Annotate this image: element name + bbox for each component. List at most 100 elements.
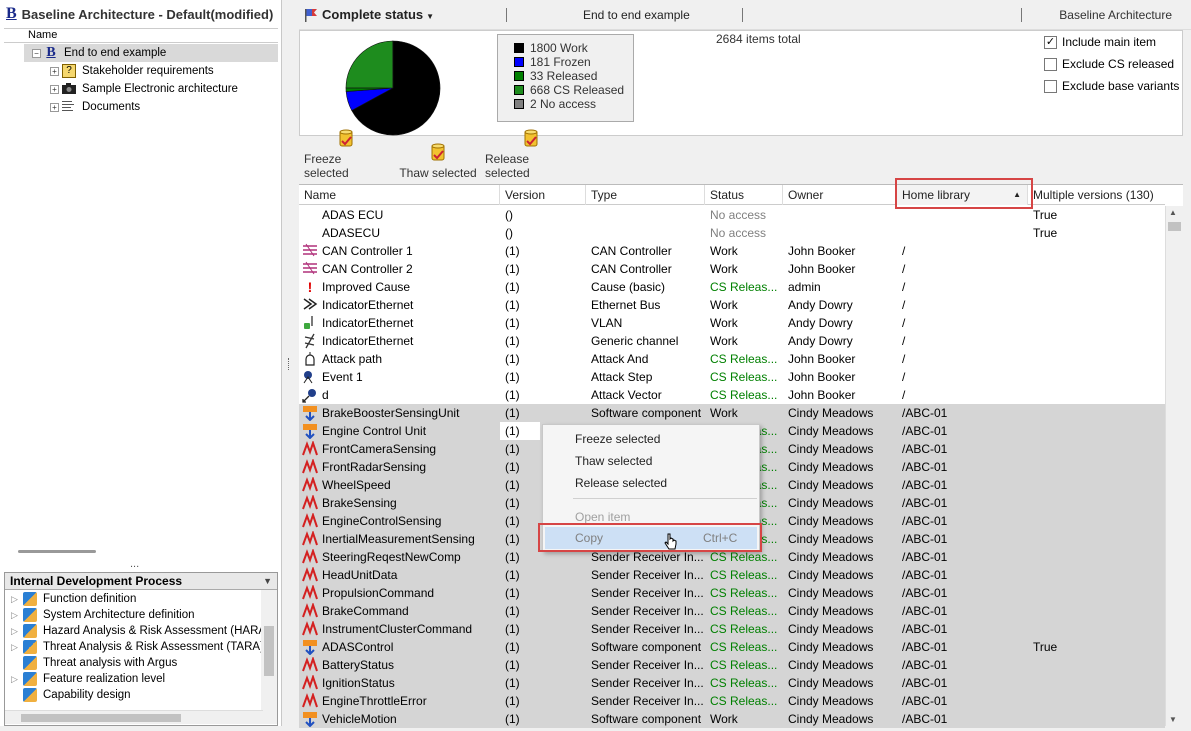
table-row[interactable]: ADASECU()No accessTrue	[299, 224, 1165, 242]
chevron-down-icon[interactable]: ▼	[263, 573, 272, 589]
table-row[interactable]: Attack path(1)Attack AndCS Releas...John…	[299, 350, 1165, 368]
table-row[interactable]: ADAS ECU()No accessTrue	[299, 206, 1165, 224]
table-row[interactable]: EngineThrottleError(1)Sender Receiver In…	[299, 692, 1165, 710]
expand-arrow-icon[interactable]: ▷	[11, 594, 23, 605]
tree-item-label: End to end example	[64, 47, 166, 59]
checkbox-unchecked[interactable]	[1044, 58, 1057, 71]
scrollbar-thumb[interactable]	[1168, 222, 1181, 231]
table-row[interactable]: InstrumentClusterCommand(1)Sender Receiv…	[299, 620, 1165, 638]
table-row[interactable]: CAN Controller 1(1)CAN ControllerWorkJoh…	[299, 242, 1165, 260]
menu-thaw-selected[interactable]: Thaw selected	[575, 451, 652, 471]
scroll-down-icon[interactable]: ▼	[1169, 715, 1177, 724]
process-item[interactable]: ▷Hazard Analysis & Risk Assessment (HARA	[5, 623, 277, 639]
expand-arrow-icon[interactable]: ▷	[11, 626, 23, 637]
checkbox-unchecked[interactable]	[1044, 80, 1057, 93]
process-item[interactable]: ▷Feature realization level	[5, 671, 277, 687]
cell-name: InstrumentClusterCommand	[322, 620, 498, 638]
table-row[interactable]: IgnitionStatus(1)Sender Receiver In...CS…	[299, 674, 1165, 692]
process-item-label: Capability design	[43, 689, 131, 701]
release-selected-button[interactable]: Release selected	[485, 137, 577, 183]
expand-icon[interactable]: +	[50, 67, 59, 76]
process-item[interactable]: ▷System Architecture definition	[5, 607, 277, 623]
cell-owner	[788, 206, 896, 224]
cell-multi	[1033, 530, 1163, 548]
table-row[interactable]: BrakeBoosterSensingUnit(1)Software compo…	[299, 404, 1165, 422]
exclude-cs-released-checkbox[interactable]: Exclude CS released	[1044, 53, 1179, 75]
menu-release-selected[interactable]: Release selected	[575, 473, 667, 493]
tree-column-header[interactable]: Name	[4, 28, 278, 43]
cell-name: EngineControlSensing	[322, 512, 498, 530]
checkbox-checked[interactable]: ✓	[1044, 36, 1057, 49]
freeze-selected-button[interactable]: Freeze selected	[304, 137, 388, 183]
scrollbar-thumb[interactable]	[264, 626, 274, 676]
cell-owner: Cindy Meadows	[788, 458, 896, 476]
process-panel: Internal Development Process ▼ ▷Function…	[4, 572, 278, 726]
table-row[interactable]: VehicleMotion(1)Software componentWorkCi…	[299, 710, 1165, 728]
legend-label: 1800 Work	[530, 41, 588, 55]
horizontal-scrollbar-thumb[interactable]	[18, 550, 96, 553]
splitter-dots[interactable]: ...	[130, 558, 139, 570]
table-row[interactable]: ADASControl(1)Software componentCS Relea…	[299, 638, 1165, 656]
scroll-up-icon[interactable]: ▲	[1169, 208, 1177, 217]
cell-version: (1)	[505, 674, 585, 692]
splitter-grip[interactable]	[288, 358, 291, 370]
cell-owner: Cindy Meadows	[788, 584, 896, 602]
expand-arrow-icon[interactable]: ▷	[11, 674, 23, 685]
process-horizontal-scrollbar[interactable]	[5, 710, 263, 724]
col-owner[interactable]: Owner	[783, 185, 897, 205]
table-row[interactable]: BrakeCommand(1)Sender Receiver In...CS R…	[299, 602, 1165, 620]
tree-item-end-to-end[interactable]: − B End to end example	[32, 44, 278, 62]
tree-item-documents[interactable]: + Documents	[32, 98, 278, 116]
menu-freeze-selected[interactable]: Freeze selected	[575, 429, 660, 449]
table-row[interactable]: BatteryStatus(1)Sender Receiver In...CS …	[299, 656, 1165, 674]
table-row[interactable]: CAN Controller 2(1)CAN ControllerWorkJoh…	[299, 260, 1165, 278]
cell-name: CAN Controller 1	[322, 242, 498, 260]
col-name[interactable]: Name	[299, 185, 500, 205]
col-version[interactable]: Version	[500, 185, 586, 205]
col-type[interactable]: Type	[586, 185, 705, 205]
legend-item-cs-released: 668 CS Released	[514, 83, 633, 97]
tree-item-electronic-architecture[interactable]: + Sample Electronic architecture	[32, 80, 278, 98]
include-main-item-checkbox[interactable]: ✓Include main item	[1044, 31, 1179, 53]
action-toolbar: Freeze selected Thaw selected Release se…	[299, 137, 1183, 183]
cell-name: WheelSpeed	[322, 476, 498, 494]
process-dropdown[interactable]: Internal Development Process ▼	[5, 573, 277, 590]
scrollbar-thumb[interactable]	[21, 714, 181, 722]
expand-arrow-icon[interactable]: ▷	[11, 610, 23, 621]
cell-version: ()	[505, 224, 585, 242]
table-row[interactable]: Event 1(1)Attack StepCS Releas...John Bo…	[299, 368, 1165, 386]
table-row[interactable]: !Improved Cause(1)Cause (basic)CS Releas…	[299, 278, 1165, 296]
requirements-icon: ?	[62, 64, 76, 78]
status-menu[interactable]: Complete status▼	[322, 7, 434, 22]
process-vertical-scrollbar[interactable]	[261, 590, 277, 724]
collapse-icon[interactable]: −	[32, 49, 41, 58]
cell-type	[591, 224, 705, 242]
expand-icon[interactable]: +	[50, 103, 59, 112]
options-group: ✓Include main item Exclude CS released E…	[1044, 31, 1179, 97]
col-status[interactable]: Status	[705, 185, 783, 205]
expand-arrow-icon[interactable]: ▷	[11, 642, 23, 653]
software-component-icon	[302, 711, 318, 727]
expand-icon[interactable]: +	[50, 85, 59, 94]
table-row[interactable]: IndicatorEthernet(1)Generic channelWorkA…	[299, 332, 1165, 350]
table-row[interactable]: IndicatorEthernet(1)Ethernet BusWorkAndy…	[299, 296, 1165, 314]
table-row[interactable]: d(1)Attack VectorCS Releas...John Booker…	[299, 386, 1165, 404]
thaw-selected-button[interactable]: Thaw selected	[398, 137, 478, 183]
process-item[interactable]: Capability design	[5, 687, 277, 703]
cell-type: Sender Receiver In...	[591, 620, 705, 638]
process-item[interactable]: ▷Function definition	[5, 591, 277, 607]
process-item[interactable]: ▷Threat Analysis & Risk Assessment (TARA…	[5, 639, 277, 655]
sender-receiver-icon	[302, 495, 318, 511]
cell-name: EngineThrottleError	[322, 692, 498, 710]
col-multiple-versions[interactable]: Multiple versions (130)	[1028, 185, 1165, 205]
table-row[interactable]: PropulsionCommand(1)Sender Receiver In..…	[299, 584, 1165, 602]
table-row[interactable]: HeadUnitData(1)Sender Receiver In...CS R…	[299, 566, 1165, 584]
vertical-splitter[interactable]	[283, 0, 297, 726]
cell-multi	[1033, 710, 1163, 728]
grid-vertical-scrollbar[interactable]: ▲ ▼	[1165, 206, 1183, 726]
process-item[interactable]: Threat analysis with Argus	[5, 655, 277, 671]
table-row[interactable]: IndicatorEthernet(1)VLANWorkAndy Dowry/	[299, 314, 1165, 332]
exclude-base-variants-checkbox[interactable]: Exclude base variants	[1044, 75, 1179, 97]
chevron-down-icon[interactable]: ▼	[426, 12, 434, 21]
tree-item-stakeholder[interactable]: + ? Stakeholder requirements	[32, 62, 278, 80]
